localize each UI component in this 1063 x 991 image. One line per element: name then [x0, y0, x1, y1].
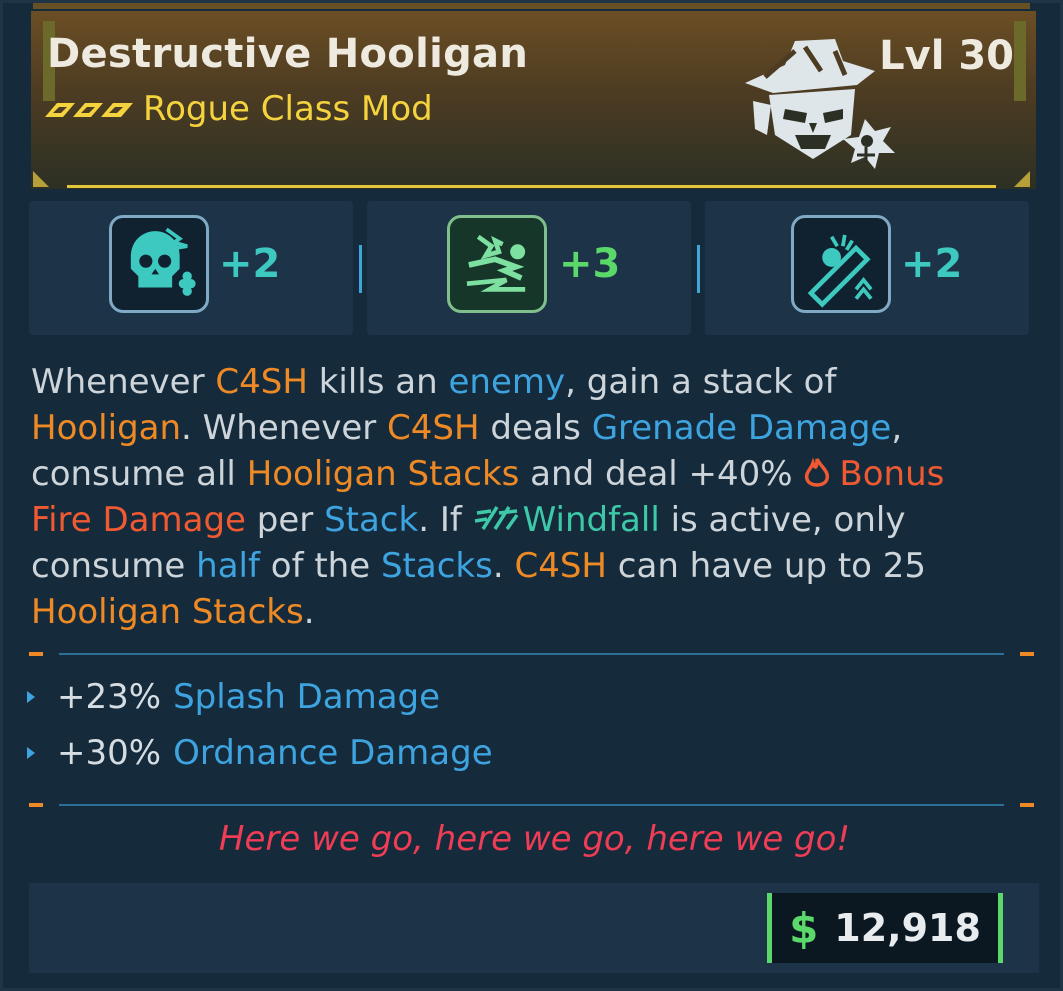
- item-description: Whenever C4SH kills an enemy, gain a sta…: [31, 359, 1021, 635]
- text: is active, only: [659, 500, 906, 540]
- rogue-class-emblem-icon: [745, 39, 895, 169]
- bullet-icon: [27, 691, 35, 703]
- keyword-hooligan-stacks: Hooligan Stacks: [246, 454, 520, 494]
- skull-clover-icon: [109, 215, 209, 313]
- description-line: Whenever C4SH kills an enemy, gain a sta…: [31, 359, 1021, 405]
- skill-bonus-3[interactable]: +2: [705, 201, 1029, 335]
- stat-label: Ordnance Damage: [173, 733, 493, 773]
- skill-bonus-value: +2: [901, 241, 963, 287]
- item-name: Destructive Hooligan: [47, 31, 529, 77]
- item-footer: $ 12,918: [29, 883, 1039, 973]
- keyword-c4sh: C4SH: [215, 362, 308, 402]
- description-line: consume all Hooligan Stacks and deal +40…: [31, 451, 1021, 497]
- stat-splash-damage: +23% Splash Damage: [27, 677, 440, 717]
- text: and deal +40%: [519, 454, 804, 494]
- text: deals: [479, 408, 592, 448]
- flavor-text: Here we go, here we go, here we go!: [218, 819, 851, 859]
- text: , gain a stack of: [565, 362, 837, 402]
- stat-value: +30%: [57, 733, 162, 773]
- skill-divider: [697, 245, 700, 293]
- separator-line: [59, 804, 1004, 806]
- price-value: 12,918: [834, 906, 981, 950]
- keyword-fire-damage: Fire Damage: [31, 500, 246, 540]
- header-corner-right: [1014, 171, 1030, 187]
- skill-bonuses: +2 +3 +2: [29, 201, 1039, 335]
- stat-label: Splash Damage: [173, 677, 441, 717]
- stat-ordnance-damage: +30% Ordnance Damage: [27, 733, 493, 773]
- text: . Whenever: [181, 408, 388, 448]
- keyword-c4sh: C4SH: [387, 408, 480, 448]
- item-card: Destructive Hooligan Rogue Class Mod Lvl…: [0, 0, 1063, 991]
- text: Whenever: [31, 362, 216, 402]
- skill-bonus-2[interactable]: +3: [367, 201, 691, 335]
- fire-icon: [805, 457, 830, 487]
- skill-bonus-value: +2: [219, 241, 281, 287]
- description-line: Hooligan Stacks.: [31, 589, 1021, 635]
- windfall-icon: [474, 506, 519, 531]
- separator-dash-left: [29, 652, 43, 656]
- dollar-icon: $: [789, 903, 819, 953]
- top-rim: [33, 3, 1030, 9]
- separator-dash-right: [1020, 652, 1034, 656]
- item-type: Rogue Class Mod: [143, 89, 433, 129]
- text: .: [492, 546, 515, 586]
- skill-bonus-value: +3: [559, 241, 621, 287]
- description-line: consume half of the Stacks. C4SH can hav…: [31, 543, 1021, 589]
- stat-value: +23%: [57, 677, 162, 717]
- rarity-chevrons-icon: [45, 103, 133, 117]
- keyword-hooligan: Hooligan: [31, 408, 182, 448]
- header-rail-right: [1014, 21, 1026, 101]
- keyword-grenade-damage: Grenade Damage: [591, 408, 892, 448]
- description-line: Hooligan. Whenever C4SH deals Grenade Da…: [31, 405, 1021, 451]
- header-corner-left: [33, 171, 49, 187]
- text: per: [245, 500, 325, 540]
- text: . If: [418, 500, 473, 540]
- separator-dash-left: [29, 803, 43, 807]
- keyword-stack: Stack: [324, 500, 419, 540]
- price-display: $ 12,918: [767, 893, 1003, 963]
- keyword-hooligan-stacks: Hooligan Stacks: [31, 592, 304, 632]
- running-figure-icon: [447, 215, 547, 313]
- separator-line: [59, 653, 1004, 655]
- keyword-bonus: Bonus: [839, 454, 945, 494]
- separator-dash-right: [1020, 803, 1034, 807]
- bullet-icon: [27, 747, 35, 759]
- item-type-row: Rogue Class Mod: [45, 89, 433, 129]
- keyword-stacks: Stacks: [380, 546, 493, 586]
- text: .: [303, 592, 315, 632]
- text: of the: [259, 546, 381, 586]
- grenade-launcher-icon: [791, 215, 891, 313]
- keyword-windfall: Windfall: [522, 500, 660, 540]
- text: can have up to 25: [606, 546, 927, 586]
- text: consume: [31, 546, 197, 586]
- text: consume all: [31, 454, 247, 494]
- keyword-half: half: [196, 546, 260, 586]
- skill-bonus-1[interactable]: +2: [29, 201, 353, 335]
- text: kills an: [307, 362, 449, 402]
- text: ,: [891, 408, 903, 448]
- keyword-c4sh: C4SH: [514, 546, 607, 586]
- keyword-enemy: enemy: [448, 362, 566, 402]
- description-line: Fire Damage per Stack. If Windfall is ac…: [31, 497, 1021, 543]
- skill-divider: [359, 245, 362, 293]
- header-divider: [67, 185, 996, 188]
